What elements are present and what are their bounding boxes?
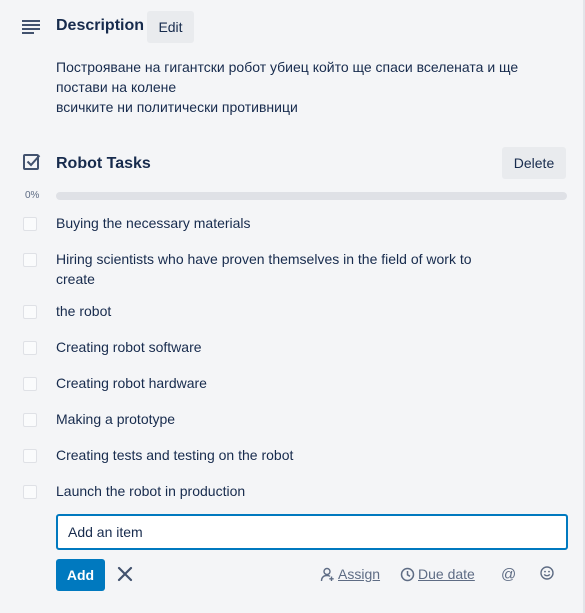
clock-icon bbox=[400, 567, 415, 581]
checklist-item[interactable]: Hiring scientists who have proven themse… bbox=[0, 241, 585, 293]
description-header: Description Edit bbox=[0, 11, 585, 43]
smiley-icon bbox=[540, 566, 554, 580]
emoji-button[interactable] bbox=[540, 566, 557, 580]
item-label[interactable]: Creating tests and testing on the robot bbox=[56, 445, 486, 465]
close-icon[interactable] bbox=[116, 565, 134, 583]
checklist-header: Robot Tasks Delete bbox=[0, 147, 585, 179]
description-line: всичките ни политически противници bbox=[56, 99, 298, 115]
add-item-button[interactable]: Add bbox=[56, 559, 105, 591]
item-label[interactable]: Hiring scientists who have proven themse… bbox=[56, 249, 486, 289]
description-title: Description bbox=[56, 17, 145, 34]
mention-button[interactable]: @ bbox=[501, 566, 516, 583]
at-icon: @ bbox=[501, 566, 517, 583]
item-label[interactable]: the robot bbox=[56, 301, 486, 321]
add-item-input[interactable] bbox=[56, 514, 568, 550]
checklist-item[interactable]: Buying the necessary materials bbox=[0, 205, 585, 241]
item-label[interactable]: Creating robot software bbox=[56, 337, 486, 357]
delete-checklist-button[interactable]: Delete bbox=[502, 147, 566, 179]
checkbox-check-icon bbox=[23, 154, 41, 170]
item-checkbox[interactable] bbox=[23, 377, 37, 391]
item-checkbox[interactable] bbox=[23, 341, 37, 355]
description-lines-icon bbox=[22, 20, 40, 34]
checklist-item[interactable]: Creating robot hardware bbox=[0, 365, 585, 401]
checklist-item[interactable]: Creating robot software bbox=[0, 329, 585, 365]
description-line: Построяване на гигантски робот убиец кой… bbox=[56, 59, 519, 75]
checklist-item[interactable]: Launch the robot in production bbox=[0, 473, 585, 509]
item-label[interactable]: Creating robot hardware bbox=[56, 373, 486, 393]
due-date-button[interactable]: Due date bbox=[400, 566, 475, 582]
edit-description-button[interactable]: Edit bbox=[147, 11, 194, 43]
item-checkbox[interactable] bbox=[23, 413, 37, 427]
progress-percent: 0% bbox=[25, 190, 40, 201]
checklist-item[interactable]: Making a prototype bbox=[0, 401, 585, 437]
checklist-item[interactable]: the robot bbox=[0, 293, 585, 329]
description-text[interactable]: Построяване на гигантски робот убиец кой… bbox=[56, 57, 536, 117]
description-line: постави на колене bbox=[56, 79, 177, 95]
item-label[interactable]: Buying the necessary materials bbox=[56, 213, 486, 233]
checklist-title[interactable]: Robot Tasks bbox=[56, 155, 151, 173]
item-checkbox[interactable] bbox=[23, 217, 37, 231]
item-checkbox[interactable] bbox=[23, 485, 37, 499]
checklist-item[interactable]: Creating tests and testing on the robot bbox=[0, 437, 585, 473]
due-date-label: Due date bbox=[418, 566, 475, 582]
item-checkbox[interactable] bbox=[23, 305, 37, 319]
item-checkbox[interactable] bbox=[23, 449, 37, 463]
item-label[interactable]: Launch the robot in production bbox=[56, 481, 486, 501]
item-checkbox[interactable] bbox=[23, 253, 37, 267]
person-add-icon bbox=[320, 567, 334, 581]
progress-bar bbox=[56, 192, 567, 200]
checklist-items: Buying the necessary materials Hiring sc… bbox=[0, 205, 585, 509]
item-label[interactable]: Making a prototype bbox=[56, 409, 486, 429]
assign-button[interactable]: Assign bbox=[320, 566, 380, 582]
assign-label: Assign bbox=[338, 566, 381, 582]
